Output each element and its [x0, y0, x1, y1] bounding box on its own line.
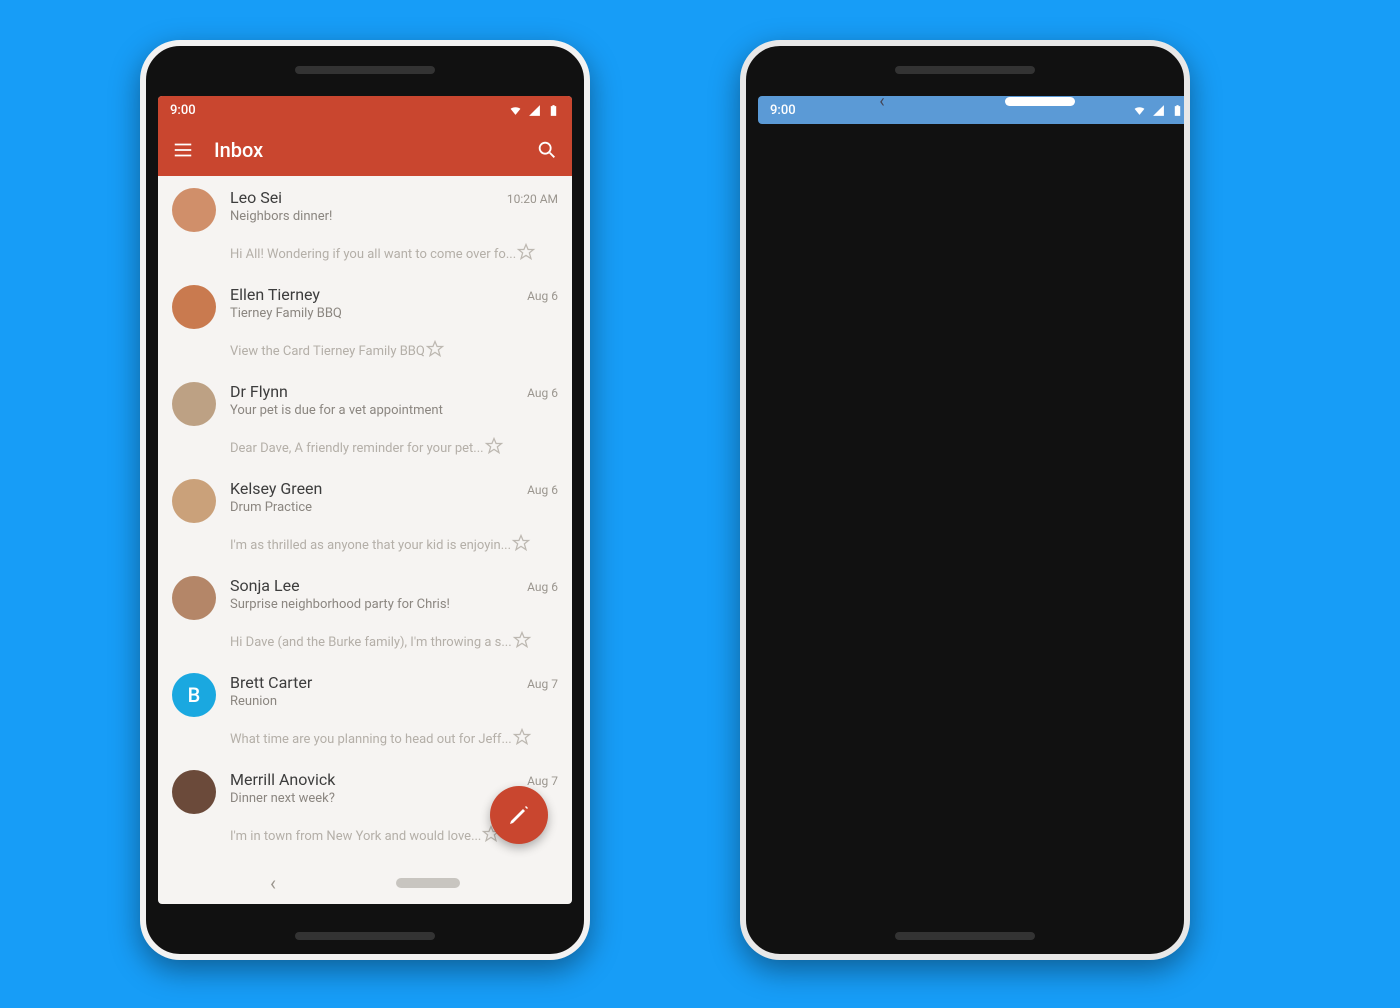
- email-preview: Hi All! Wondering if you all want to com…: [230, 247, 516, 262]
- phone-left: 9:00 Inbox Leo Sei 10:20 AM Neighbors dinn…: [140, 40, 590, 960]
- email-subject: Neighbors dinner!: [230, 209, 558, 224]
- status-bar: 9:00: [158, 96, 572, 124]
- email-sender: Kelsey Green: [230, 479, 322, 498]
- nav-home-pill[interactable]: [396, 878, 460, 888]
- avatar: [172, 479, 216, 523]
- email-row[interactable]: Leo Sei 10:20 AM Neighbors dinner! Hi All! …: [158, 176, 572, 273]
- email-time: Aug 6: [527, 289, 558, 303]
- email-row[interactable]: Sonja Lee Aug 6 Surprise neighborhood part…: [158, 564, 572, 661]
- email-sender: Ellen Tierney: [230, 285, 320, 304]
- email-subject: Reunion: [230, 694, 558, 709]
- battery-icon: [547, 104, 560, 117]
- status-time: 9:00: [170, 103, 196, 118]
- email-time: Aug 7: [527, 774, 558, 788]
- email-subject: Drum Practice: [230, 500, 558, 515]
- email-list[interactable]: Leo Sei 10:20 AM Neighbors dinner! Hi All! …: [158, 176, 572, 862]
- avatar: [172, 285, 216, 329]
- avatar: [172, 382, 216, 426]
- star-outline-icon[interactable]: [511, 533, 531, 553]
- star-outline-icon[interactable]: [516, 242, 536, 262]
- email-preview: View the Card Tierney Family BBQ: [230, 344, 425, 359]
- star-outline-icon[interactable]: [512, 727, 532, 747]
- star-outline-icon[interactable]: [512, 630, 532, 650]
- avatar: [172, 576, 216, 620]
- email-time: Aug 6: [527, 483, 558, 497]
- nav-back-icon[interactable]: ‹: [879, 96, 884, 112]
- search-icon[interactable]: [536, 139, 558, 161]
- app-title: Inbox: [214, 138, 263, 162]
- email-time: Aug 6: [527, 580, 558, 594]
- email-row[interactable]: B Brett Carter Aug 7 Reunion What time are y…: [158, 661, 572, 758]
- email-preview: Dear Dave, A friendly reminder for your …: [230, 441, 484, 456]
- signal-icon: [528, 104, 541, 117]
- app-bar: Inbox: [158, 124, 572, 176]
- email-time: 10:20 AM: [507, 192, 558, 206]
- avatar: [172, 770, 216, 814]
- avatar: [172, 188, 216, 232]
- pencil-icon: [507, 803, 531, 827]
- email-sender: Leo Sei: [230, 188, 282, 207]
- nav-back-icon[interactable]: ‹: [270, 871, 276, 895]
- phone-right: 9:00 M D: [740, 40, 1190, 960]
- email-time: Aug 6: [527, 386, 558, 400]
- overview-screen: 9:00 M D: [758, 96, 1190, 124]
- email-sender: Sonja Lee: [230, 576, 300, 595]
- star-outline-icon[interactable]: [425, 339, 445, 359]
- email-row[interactable]: Ellen Tierney Aug 6 Tierney Family BBQ View…: [158, 273, 572, 370]
- email-sender: Merrill Anovick: [230, 770, 335, 789]
- star-outline-icon[interactable]: [484, 436, 504, 456]
- email-subject: Your pet is due for a vet appointment: [230, 403, 558, 418]
- email-subject: Tierney Family BBQ: [230, 306, 558, 321]
- email-row[interactable]: Andy BrownBring Your Parents to Work Day…: [158, 855, 572, 862]
- email-preview: Hi Dave (and the Burke family), I'm thro…: [230, 635, 512, 650]
- email-sender: Dr Flynn: [230, 382, 288, 401]
- email-preview: What time are you planning to head out f…: [230, 732, 512, 747]
- wifi-icon: [509, 104, 522, 117]
- email-sender: Brett Carter: [230, 673, 312, 692]
- phone-speaker-bottom: [895, 932, 1035, 940]
- gmail-screen: 9:00 Inbox Leo Sei 10:20 AM Neighbors dinn…: [158, 96, 572, 904]
- compose-fab[interactable]: [490, 786, 548, 844]
- status-icons: [506, 103, 560, 118]
- email-row[interactable]: Kelsey Green Aug 6 Drum Practice I'm as thr…: [158, 467, 572, 564]
- email-time: Aug 7: [527, 677, 558, 691]
- email-row[interactable]: Dr Flynn Aug 6 Your pet is due for a vet a…: [158, 370, 572, 467]
- system-nav-bar: ‹: [158, 862, 572, 904]
- phone-speaker-top: [895, 66, 1035, 74]
- email-subject: Surprise neighborhood party for Chris!: [230, 597, 558, 612]
- phone-speaker-bottom: [295, 932, 435, 940]
- phone-speaker-top: [295, 66, 435, 74]
- hamburger-icon[interactable]: [172, 139, 194, 161]
- email-preview: I'm in town from New York and would love…: [230, 829, 481, 844]
- nav-home-pill[interactable]: [1005, 97, 1075, 106]
- email-preview: I'm as thrilled as anyone that your kid …: [230, 538, 511, 553]
- system-nav-bar: ‹: [758, 96, 1190, 112]
- avatar: B: [172, 673, 216, 717]
